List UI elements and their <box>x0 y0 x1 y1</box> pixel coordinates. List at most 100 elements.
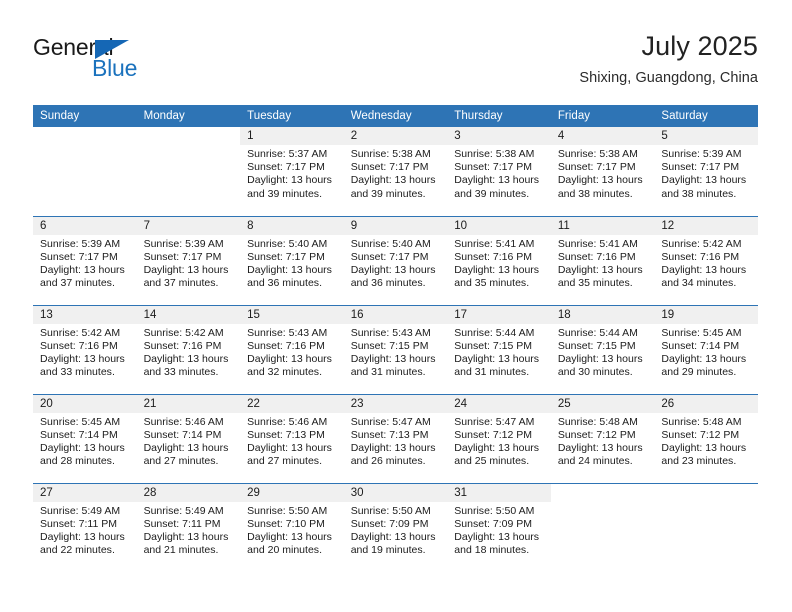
daylight-text-line2: and 29 minutes. <box>661 366 737 379</box>
day-info: Sunrise: 5:38 AM Sunset: 7:17 PM Daylight:… <box>447 145 551 201</box>
day-cell[interactable]: 22 Sunrise: 5:46 AM Sunset: 7:13 PM Dayligh… <box>240 393 344 483</box>
daylight-text-line1: Daylight: 13 hours <box>350 174 436 187</box>
daylight-text-line2: and 38 minutes. <box>557 187 633 200</box>
day-cell[interactable]: 24 Sunrise: 5:47 AM Sunset: 7:12 PM Dayligh… <box>447 393 551 483</box>
day-number: 25 <box>550 394 655 413</box>
daylight-text-line2: and 27 minutes. <box>247 455 322 468</box>
daylight-text-line1: Daylight: 13 hours <box>40 352 125 365</box>
sunrise-text: Sunrise: 5:47 AM <box>454 415 535 428</box>
day-info: Sunrise: 5:50 AM Sunset: 7:10 PM Daylight:… <box>240 502 344 558</box>
day-cell[interactable]: 7 Sunrise: 5:39 AM Sunset: 7:17 PM Daylight… <box>136 215 241 305</box>
day-number: 14 <box>136 305 241 324</box>
week-row: 20 Sunrise: 5:45 AM Sunset: 7:14 PM Dayligh… <box>33 393 758 483</box>
day-cell[interactable]: 30 Sunrise: 5:50 AM Sunset: 7:09 PM Dayligh… <box>343 482 448 572</box>
daylight-text-line1: Daylight: 13 hours <box>350 441 436 454</box>
sunrise-text: Sunrise: 5:49 AM <box>40 504 121 517</box>
day-number: 7 <box>136 216 241 235</box>
day-info: Sunrise: 5:37 AM Sunset: 7:17 PM Daylight:… <box>240 145 344 201</box>
day-number: 1 <box>240 127 344 145</box>
day-cell[interactable]: 25 Sunrise: 5:48 AM Sunset: 7:12 PM Dayligh… <box>550 393 655 483</box>
daylight-text-line2: and 21 minutes. <box>143 544 219 557</box>
day-info: Sunrise: 5:41 AM Sunset: 7:16 PM Daylight:… <box>551 235 655 291</box>
day-cell[interactable]: 19 Sunrise: 5:45 AM Sunset: 7:14 PM Dayligh… <box>654 304 758 394</box>
day-cell[interactable]: 18 Sunrise: 5:44 AM Sunset: 7:15 PM Dayligh… <box>550 304 655 394</box>
sunset-text: Sunset: 7:15 PM <box>454 339 533 352</box>
sunset-text: Sunset: 7:17 PM <box>247 250 325 263</box>
day-cell[interactable]: 31 Sunrise: 5:50 AM Sunset: 7:09 PM Dayligh… <box>447 482 551 572</box>
day-info: Sunrise: 5:47 AM Sunset: 7:13 PM Daylight:… <box>344 413 448 469</box>
daylight-text-line2: and 28 minutes. <box>40 455 115 468</box>
day-cell[interactable]: 27 Sunrise: 5:49 AM Sunset: 7:11 PM Dayligh… <box>33 482 137 572</box>
day-cell-empty <box>550 482 655 572</box>
day-cell[interactable]: 6 Sunrise: 5:39 AM Sunset: 7:17 PM Daylight… <box>33 215 137 305</box>
daylight-text-line2: and 33 minutes. <box>40 366 115 379</box>
daylight-text-line2: and 36 minutes. <box>350 277 426 290</box>
day-cell[interactable]: 26 Sunrise: 5:48 AM Sunset: 7:12 PM Dayligh… <box>654 393 758 483</box>
daylight-text-line1: Daylight: 13 hours <box>454 174 540 187</box>
day-cell[interactable]: 15 Sunrise: 5:43 AM Sunset: 7:16 PM Dayligh… <box>240 304 344 394</box>
day-cell-empty <box>33 127 137 216</box>
daylight-text-line1: Daylight: 13 hours <box>454 530 540 543</box>
day-info: Sunrise: 5:46 AM Sunset: 7:14 PM Daylight:… <box>137 413 241 469</box>
day-info: Sunrise: 5:39 AM Sunset: 7:17 PM Daylight:… <box>137 235 241 291</box>
day-number: 26 <box>654 394 758 413</box>
sunrise-text: Sunrise: 5:48 AM <box>661 415 742 428</box>
day-info: Sunrise: 5:49 AM Sunset: 7:11 PM Daylight:… <box>33 502 137 558</box>
daylight-text-line1: Daylight: 13 hours <box>40 263 125 276</box>
day-cell[interactable]: 12 Sunrise: 5:42 AM Sunset: 7:16 PM Dayligh… <box>654 215 758 305</box>
day-cell[interactable]: 20 Sunrise: 5:45 AM Sunset: 7:14 PM Dayligh… <box>33 393 137 483</box>
day-cell[interactable]: 4 Sunrise: 5:38 AM Sunset: 7:17 PM Daylight… <box>550 127 655 216</box>
day-cell[interactable]: 11 Sunrise: 5:41 AM Sunset: 7:16 PM Dayligh… <box>550 215 655 305</box>
day-info: Sunrise: 5:43 AM Sunset: 7:16 PM Daylight:… <box>240 324 344 380</box>
day-cell[interactable]: 16 Sunrise: 5:43 AM Sunset: 7:15 PM Dayligh… <box>343 304 448 394</box>
day-info: Sunrise: 5:40 AM Sunset: 7:17 PM Daylight:… <box>344 235 448 291</box>
daylight-text-line2: and 39 minutes. <box>454 187 530 200</box>
day-cell[interactable]: 17 Sunrise: 5:44 AM Sunset: 7:15 PM Dayligh… <box>447 304 551 394</box>
day-cell[interactable]: 9 Sunrise: 5:40 AM Sunset: 7:17 PM Daylight… <box>343 215 448 305</box>
day-cell[interactable]: 23 Sunrise: 5:47 AM Sunset: 7:13 PM Dayligh… <box>343 393 448 483</box>
day-number: 28 <box>136 483 241 502</box>
sunset-text: Sunset: 7:12 PM <box>454 428 533 441</box>
day-number: 31 <box>447 483 551 502</box>
daylight-text-line1: Daylight: 13 hours <box>454 263 540 276</box>
title-block: July 2025 Shixing, Guangdong, China <box>579 30 758 88</box>
day-cell[interactable]: 8 Sunrise: 5:40 AM Sunset: 7:17 PM Daylight… <box>240 215 344 305</box>
sunset-text: Sunset: 7:12 PM <box>661 428 740 441</box>
daylight-text-line2: and 31 minutes. <box>350 366 426 379</box>
daylight-text-line2: and 25 minutes. <box>454 455 530 468</box>
day-info: Sunrise: 5:48 AM Sunset: 7:12 PM Daylight:… <box>551 413 655 469</box>
sunset-text: Sunset: 7:17 PM <box>247 161 325 174</box>
daylight-text-line1: Daylight: 13 hours <box>143 441 229 454</box>
day-cell[interactable]: 13 Sunrise: 5:42 AM Sunset: 7:16 PM Dayligh… <box>33 304 137 394</box>
daylight-text-line1: Daylight: 13 hours <box>557 352 643 365</box>
day-cell[interactable]: 1 Sunrise: 5:37 AM Sunset: 7:17 PM Daylight… <box>240 127 344 216</box>
sunset-text: Sunset: 7:14 PM <box>143 428 222 441</box>
day-info: Sunrise: 5:48 AM Sunset: 7:12 PM Daylight:… <box>654 413 758 469</box>
day-cell[interactable]: 5 Sunrise: 5:39 AM Sunset: 7:17 PM Daylight… <box>654 127 758 216</box>
day-cell[interactable]: 10 Sunrise: 5:41 AM Sunset: 7:16 PM Dayligh… <box>447 215 551 305</box>
day-cell[interactable]: 2 Sunrise: 5:38 AM Sunset: 7:17 PM Daylight… <box>343 127 448 216</box>
daylight-text-line1: Daylight: 13 hours <box>350 352 436 365</box>
day-cell-empty <box>136 127 241 216</box>
daylight-text-line2: and 39 minutes. <box>350 187 426 200</box>
sunrise-text: Sunrise: 5:42 AM <box>40 326 121 339</box>
day-number: 4 <box>550 127 655 145</box>
day-number: 8 <box>240 216 344 235</box>
daylight-text-line2: and 24 minutes. <box>557 455 633 468</box>
sunrise-text: Sunrise: 5:50 AM <box>350 504 431 517</box>
sunrise-text: Sunrise: 5:41 AM <box>557 237 638 250</box>
general-blue-logo[interactable]: General Blue <box>33 34 233 90</box>
day-cell[interactable]: 29 Sunrise: 5:50 AM Sunset: 7:10 PM Dayligh… <box>240 482 344 572</box>
day-number: 19 <box>654 305 758 324</box>
day-cell[interactable]: 3 Sunrise: 5:38 AM Sunset: 7:17 PM Daylight… <box>447 127 551 216</box>
day-cell[interactable]: 28 Sunrise: 5:49 AM Sunset: 7:11 PM Dayligh… <box>136 482 241 572</box>
week-row: 6 Sunrise: 5:39 AM Sunset: 7:17 PM Daylight… <box>33 215 758 305</box>
day-cell[interactable]: 21 Sunrise: 5:46 AM Sunset: 7:14 PM Dayligh… <box>136 393 241 483</box>
sunset-text: Sunset: 7:17 PM <box>350 250 429 263</box>
week-row: 13 Sunrise: 5:42 AM Sunset: 7:16 PM Dayligh… <box>33 304 758 394</box>
sunrise-text: Sunrise: 5:47 AM <box>350 415 431 428</box>
day-cell[interactable]: 14 Sunrise: 5:42 AM Sunset: 7:16 PM Dayligh… <box>136 304 241 394</box>
daylight-text-line1: Daylight: 13 hours <box>247 263 332 276</box>
day-number: 3 <box>447 127 551 145</box>
sunset-text: Sunset: 7:16 PM <box>40 339 118 352</box>
